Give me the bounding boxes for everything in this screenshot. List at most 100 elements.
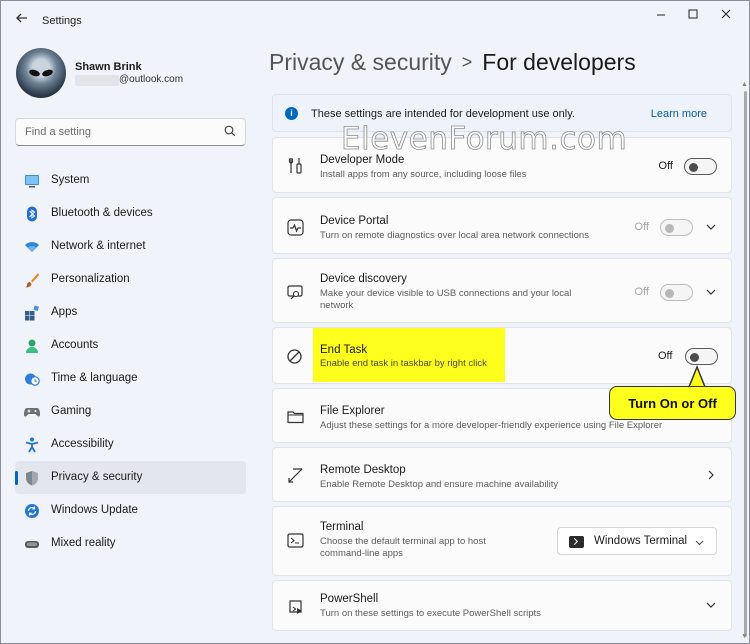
minimize-icon [657, 14, 665, 16]
remote-desktop-title: Remote Desktop [320, 464, 406, 476]
sidebar-item-label: Personalization [51, 273, 130, 285]
sidebar-nav: System Bluetooth & devices Network & int… [15, 164, 246, 560]
accessibility-icon [25, 437, 39, 453]
device-portal-desc: Turn on remote diagnostics over local ar… [320, 230, 589, 241]
powershell-title: PowerShell [320, 593, 379, 605]
sidebar-item-label: Gaming [51, 405, 92, 417]
sidebar-item-system[interactable]: System [15, 164, 246, 197]
sidebar-item-label: Accessibility [51, 438, 114, 450]
search-icon [224, 125, 236, 137]
sidebar-item-label: Windows Update [51, 504, 138, 516]
apps-icon [25, 305, 39, 321]
breadcrumb-parent[interactable]: Privacy & security [269, 49, 452, 75]
device-discovery-toggle[interactable] [660, 284, 693, 301]
brush-icon [25, 273, 39, 288]
search-input[interactable]: Find a setting [15, 118, 246, 146]
sidebar-item-label: Mixed reality [51, 537, 116, 549]
end-task-desc: Enable end task in taskbar by right clic… [320, 358, 487, 369]
device-portal-toggle[interactable] [660, 219, 693, 236]
sidebar-item-gaming[interactable]: Gaming [15, 395, 246, 428]
bluetooth-icon [27, 206, 37, 222]
terminal-app-select[interactable]: Windows Terminal [557, 527, 717, 555]
device-discovery-state: Off [634, 286, 649, 298]
user-email: @outlook.com [119, 74, 184, 85]
info-text: These settings are intended for developm… [311, 108, 575, 120]
sidebar-item-bluetooth[interactable]: Bluetooth & devices [15, 197, 246, 230]
back-button[interactable] [13, 11, 31, 29]
headset-icon [25, 541, 39, 548]
pulse-icon [287, 219, 304, 236]
end-task-toggle[interactable] [685, 348, 718, 365]
learn-more-link[interactable]: Learn more [651, 108, 707, 120]
sidebar-item-accounts[interactable]: Accounts [15, 329, 246, 362]
page-title: For developers [482, 49, 636, 75]
device-portal-card[interactable]: Device Portal Turn on remote diagnostics… [272, 197, 732, 254]
chevron-right-icon[interactable] [705, 469, 717, 481]
gamepad-icon [24, 408, 40, 417]
search-placeholder: Find a setting [25, 126, 92, 138]
update-icon [25, 504, 39, 518]
terminal-desc: Choose the default terminal app to host … [320, 536, 486, 559]
chevron-down-icon[interactable] [705, 286, 717, 298]
device-discovery-desc: Make your device visible to USB connecti… [320, 288, 572, 311]
chevron-down-icon [695, 540, 704, 546]
sidebar-item-label: Time & language [51, 372, 138, 384]
prohibit-icon [287, 349, 302, 364]
callout-text: Turn On or Off [628, 396, 717, 411]
tools-icon [288, 158, 302, 174]
sidebar-item-label: System [51, 174, 90, 186]
minimize-button[interactable] [646, 7, 676, 23]
sidebar-item-mixed-reality[interactable]: Mixed reality [15, 527, 246, 560]
chevron-down-icon[interactable] [705, 221, 717, 233]
maximize-button[interactable] [678, 7, 708, 23]
avatar-eye-left [28, 68, 41, 78]
device-discovery-title: Device discovery [320, 273, 407, 285]
sidebar-item-privacy-security[interactable]: Privacy & security [15, 461, 246, 494]
sidebar-item-time-language[interactable]: Time & language [15, 362, 246, 395]
remote-desktop-desc: Enable Remote Desktop and ensure machine… [320, 479, 559, 490]
scrollbar[interactable] [744, 91, 747, 637]
chevron-down-icon[interactable] [705, 599, 717, 611]
callout-box: Turn On or Off [609, 386, 736, 420]
sidebar-item-label: Bluetooth & devices [51, 207, 153, 219]
powershell-card[interactable]: PowerShell Turn on these settings to exe… [272, 580, 732, 631]
sidebar-item-label: Apps [51, 306, 78, 318]
scroll-up-arrow[interactable]: ▲ [741, 81, 748, 88]
sidebar-item-apps[interactable]: Apps [15, 296, 246, 329]
sidebar-item-label: Accounts [51, 339, 99, 351]
active-indicator [15, 471, 18, 485]
monitor-icon [25, 175, 39, 188]
sidebar-item-network[interactable]: Network & internet [15, 230, 246, 263]
powershell-desc: Turn on these settings to execute PowerS… [320, 608, 541, 619]
device-search-icon [287, 285, 303, 300]
sidebar: Shawn Brink @outlook.com Find a setting … [1, 41, 261, 643]
sidebar-item-label: Privacy & security [51, 471, 143, 483]
shield-icon [26, 471, 38, 486]
end-task-state: Off [658, 350, 673, 362]
remote-arrows-icon [288, 468, 303, 483]
device-portal-title: Device Portal [320, 215, 389, 227]
sidebar-item-accessibility[interactable]: Accessibility [15, 428, 246, 461]
device-portal-state: Off [634, 221, 649, 233]
person-icon [26, 339, 38, 353]
folder-icon [287, 411, 304, 424]
terminal-card: Terminal Choose the default terminal app… [272, 506, 732, 576]
file-explorer-title: File Explorer [320, 405, 385, 417]
terminal-icon [287, 533, 304, 548]
sidebar-item-windows-update[interactable]: Windows Update [15, 494, 246, 527]
settings-window: Settings Shawn Brink @outlook.com Find a… [0, 0, 750, 644]
device-discovery-card[interactable]: Device discovery Make your device visibl… [272, 258, 732, 323]
scroll-down-arrow[interactable]: ▼ [741, 633, 748, 640]
info-icon: i [285, 107, 298, 120]
developer-mode-desc: Install apps from any source, including … [320, 169, 527, 180]
sidebar-item-personalization[interactable]: Personalization [15, 263, 246, 296]
terminal-title: Terminal [320, 521, 364, 533]
close-icon [721, 9, 731, 19]
powershell-icon [289, 600, 302, 614]
breadcrumb: Privacy & security > For developers [269, 49, 636, 76]
developer-mode-state: Off [658, 160, 673, 172]
remote-desktop-card[interactable]: Remote Desktop Enable Remote Desktop and… [272, 447, 732, 502]
avatar[interactable] [16, 48, 66, 98]
developer-mode-toggle[interactable] [684, 158, 717, 175]
close-button[interactable] [711, 7, 741, 23]
